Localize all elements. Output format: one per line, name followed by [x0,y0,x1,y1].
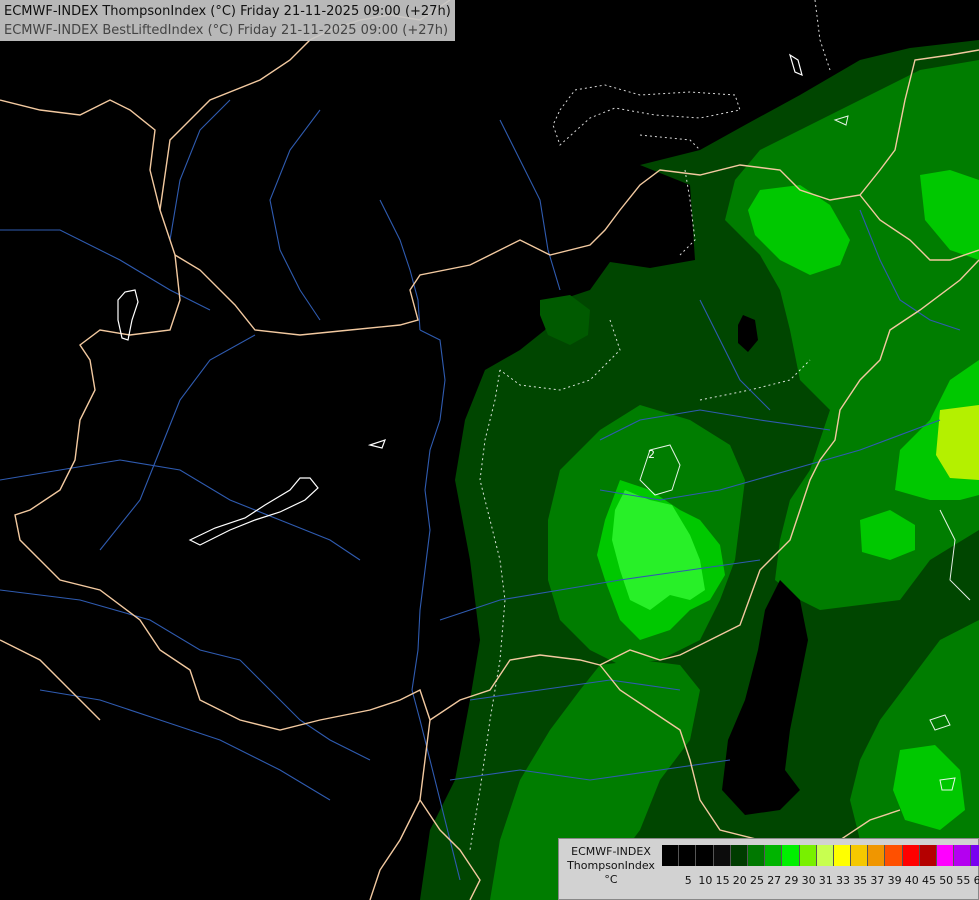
legend-swatch [713,845,731,866]
legend-tick-label: 5 [684,874,692,887]
legend-tick-label: 40 [904,874,919,887]
legend-tick-label: 50 [939,874,954,887]
legend-swatch [679,845,697,866]
legend-tick-label: 60 [973,874,979,887]
legend-line-2: ThompsonIndex [567,859,655,872]
legend-swatch [662,845,680,866]
legend-swatch [833,845,852,866]
legend-tick-label: 45 [922,874,936,887]
legend-swatch [851,845,869,866]
color-legend: ECMWF-INDEX ThompsonIndex °C 5 10 15 20 25 27… [558,838,979,900]
legend-swatch [919,845,937,866]
legend-tick-label: 39 [887,874,902,887]
legend-label: ECMWF-INDEX ThompsonIndex °C [563,845,659,887]
legend-tick-label: 15 [715,874,730,887]
legend-tick-label: 27 [767,874,782,887]
legend-tick-label: 33 [836,874,850,887]
legend-swatch [730,845,748,866]
legend-swatch [954,845,972,866]
legend-tick-label: 35 [853,874,868,887]
legend-swatches [662,845,979,866]
legend-tick-label: 29 [784,874,799,887]
legend-tick-label: 20 [732,874,747,887]
weather-map: 2 [0,0,979,900]
contour-label: 2 [648,448,655,461]
legend-swatch [816,845,834,866]
legend-swatch [937,845,955,866]
legend-swatch [747,845,766,866]
legend-swatch [799,845,817,866]
legend-swatch [868,845,886,866]
title-line-1: ECMWF-INDEX ThompsonIndex (°C) Friday 21… [4,4,451,19]
title-line-2: ECMWF-INDEX BestLiftedIndex (°C) Friday … [4,23,449,38]
legend-tick-label: 30 [801,874,816,887]
legend-swatch [765,845,783,866]
legend-tick-label: 25 [750,874,764,887]
title-bar: ECMWF-INDEX ThompsonIndex (°C) Friday 21… [0,0,455,41]
legend-swatch [782,845,800,866]
legend-line-1: ECMWF-INDEX [571,845,651,858]
legend-line-3: °C [604,873,618,886]
legend-swatch [971,845,979,866]
legend-tick-label: 31 [818,874,833,887]
legend-tick-label: 37 [870,874,885,887]
legend-swatch [696,845,714,866]
legend-tick-label: 55 [956,874,971,887]
legend-tick-label: 10 [698,874,713,887]
legend-swatch [885,845,903,866]
legend-swatch [902,845,920,866]
